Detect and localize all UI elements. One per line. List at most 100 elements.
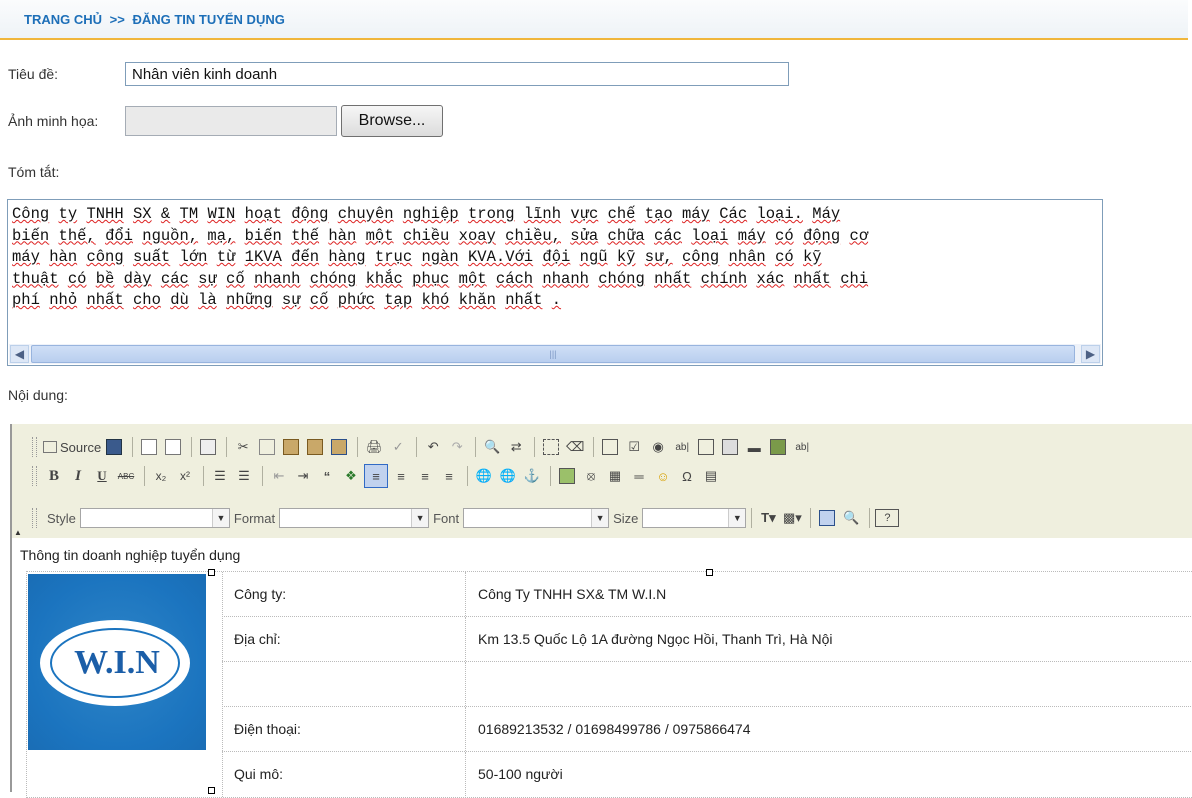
align-right-button[interactable]: ≡ (414, 465, 436, 487)
div-button[interactable]: ❖ (340, 465, 362, 487)
select-field-icon (722, 439, 739, 455)
title-label: Tiêu đề: (8, 66, 59, 82)
table-row[interactable]: Địa chỉ: Km 13.5 Quốc Lộ 1A đường Ngọc H… (222, 617, 1192, 662)
textfield-button[interactable]: ab| (671, 436, 693, 458)
breadcrumb-current[interactable]: ĐĂNG TIN TUYỂN DỤNG (132, 12, 284, 27)
align-center-button[interactable]: ≡ (390, 465, 412, 487)
summary-label: Tóm tắt: (8, 164, 60, 180)
row-value: Công Ty TNHH SX& TM W.I.N (478, 586, 667, 602)
font-select[interactable]: ▼ (463, 508, 610, 528)
indent-button[interactable]: ⇥ (292, 465, 314, 487)
breadcrumb-home-link[interactable]: TRANG CHỦ (24, 12, 102, 27)
company-logo[interactable]: W.I.N (28, 574, 206, 750)
preview-button[interactable] (162, 436, 184, 458)
scroll-thumb[interactable]: ||| (31, 345, 1075, 363)
resize-handle[interactable] (208, 787, 215, 794)
superscript-button[interactable]: x² (174, 465, 196, 487)
resize-handle[interactable] (706, 569, 713, 576)
blockquote-button[interactable]: “ (316, 465, 338, 487)
rich-text-editor: Source ✂ 🖨 ✓ ↶ ↷ 🔍 ⇄ ⌫ ☑ ◉ ab| ▬ ab| B I… (10, 424, 1192, 798)
row-value (466, 662, 1192, 706)
size-select[interactable]: ▼ (642, 508, 747, 528)
italic-button[interactable]: I (67, 465, 89, 487)
summary-text[interactable]: Công ty TNHH SX & TM WIN hoạt động chuyê… (12, 204, 1098, 341)
save-button[interactable] (103, 436, 125, 458)
paste-button[interactable] (280, 436, 302, 458)
undo-button[interactable]: ↶ (422, 436, 444, 458)
replace-button[interactable]: ⇄ (505, 436, 527, 458)
button-field-button[interactable]: ▬ (743, 436, 765, 458)
bulleted-list-button[interactable]: ☰ (233, 465, 255, 487)
format-select[interactable]: ▼ (279, 508, 430, 528)
numbered-list-button[interactable]: ☰ (209, 465, 231, 487)
underline-button[interactable]: U (91, 465, 113, 487)
spellcheck-button[interactable]: ✓ (387, 436, 409, 458)
checkbox-button[interactable]: ☑ (623, 436, 645, 458)
select-field-button[interactable] (719, 436, 741, 458)
paste-word-button[interactable] (328, 436, 350, 458)
scroll-left-button[interactable]: ◀ (10, 345, 29, 363)
align-justify-button[interactable]: ≡ (438, 465, 460, 487)
unlink-button[interactable]: 🌐 (497, 465, 519, 487)
show-blocks-button[interactable]: 🔍 (840, 507, 862, 529)
content-label: Nội dung: (8, 387, 68, 403)
paste-text-button[interactable] (304, 436, 326, 458)
link-button[interactable]: 🌐 (473, 465, 495, 487)
source-icon (43, 441, 57, 453)
source-button[interactable]: Source (43, 436, 101, 458)
scroll-right-button[interactable]: ▶ (1081, 345, 1100, 363)
collapse-toolbar-icon[interactable]: ▲ (14, 528, 22, 537)
remove-format-button[interactable]: ⌫ (564, 436, 586, 458)
select-all-button[interactable] (540, 436, 562, 458)
row-key: Công ty: (222, 572, 466, 616)
copy-button[interactable] (256, 436, 278, 458)
logo-cell[interactable]: W.I.N (27, 572, 223, 797)
company-info-table[interactable]: W.I.N Công ty: Công Ty TNHH SX& TM W.I.N… (26, 571, 1192, 798)
radio-button[interactable]: ◉ (647, 436, 669, 458)
breadcrumb-bar: TRANG CHỦ >> ĐĂNG TIN TUYỂN DỤNG (0, 0, 1188, 40)
templates-button[interactable] (197, 436, 219, 458)
table-button[interactable]: ▦ (604, 465, 626, 487)
hidden-field-button[interactable]: ab| (791, 436, 813, 458)
image-button-icon (770, 439, 787, 455)
content-caption[interactable]: Thông tin doanh nghiệp tuyển dụng (20, 547, 240, 563)
new-page-button[interactable] (138, 436, 160, 458)
image-button-field-button[interactable] (767, 436, 789, 458)
maximize-button[interactable] (816, 507, 838, 529)
about-button[interactable]: ? (875, 509, 900, 527)
table-row[interactable] (222, 662, 1192, 707)
flash-button[interactable]: ⦻ (580, 465, 602, 487)
outdent-button[interactable]: ⇤ (268, 465, 290, 487)
text-color-button[interactable]: T▾ (757, 507, 779, 529)
form-button[interactable] (599, 436, 621, 458)
align-left-button[interactable]: ≡ (364, 464, 388, 488)
resize-handle[interactable] (208, 569, 215, 576)
textarea-button[interactable] (695, 436, 717, 458)
horizontal-rule-button[interactable]: ═ (628, 465, 650, 487)
style-select[interactable]: ▼ (79, 508, 230, 528)
cut-button[interactable]: ✂ (232, 436, 254, 458)
subscript-button[interactable]: x₂ (150, 465, 172, 487)
editor-content-area[interactable]: Thông tin doanh nghiệp tuyển dụng W.I.N … (12, 538, 1192, 798)
bold-button[interactable]: B (43, 465, 65, 487)
image-file-input[interactable] (125, 106, 337, 136)
strike-button[interactable]: ABC (115, 465, 137, 487)
table-row[interactable]: Công ty: Công Ty TNHH SX& TM W.I.N (222, 572, 1192, 617)
smiley-button[interactable]: ☺ (652, 465, 674, 487)
horizontal-scrollbar[interactable]: ◀ ||| ▶ (9, 344, 1101, 364)
anchor-button[interactable]: ⚓ (521, 465, 543, 487)
row-key: Điện thoại: (222, 707, 466, 751)
title-input[interactable] (125, 62, 789, 86)
browse-button[interactable]: Browse... (341, 105, 443, 137)
bg-color-button[interactable]: ▩▾ (781, 507, 803, 529)
table-row[interactable]: Qui mô: 50-100 người (222, 752, 1192, 796)
special-char-button[interactable]: Ω (676, 465, 698, 487)
page-break-button[interactable]: ▤ (700, 465, 722, 487)
image-button[interactable] (556, 465, 578, 487)
row-value: 01689213532 / 01698499786 / 0975866474 (478, 721, 751, 737)
redo-button[interactable]: ↷ (446, 436, 468, 458)
find-button[interactable]: 🔍 (481, 436, 503, 458)
summary-textarea[interactable]: Công ty TNHH SX & TM WIN hoạt động chuyê… (7, 199, 1103, 366)
print-button[interactable]: 🖨 (363, 436, 385, 458)
table-row[interactable]: Điện thoại: 01689213532 / 01698499786 / … (222, 707, 1192, 752)
